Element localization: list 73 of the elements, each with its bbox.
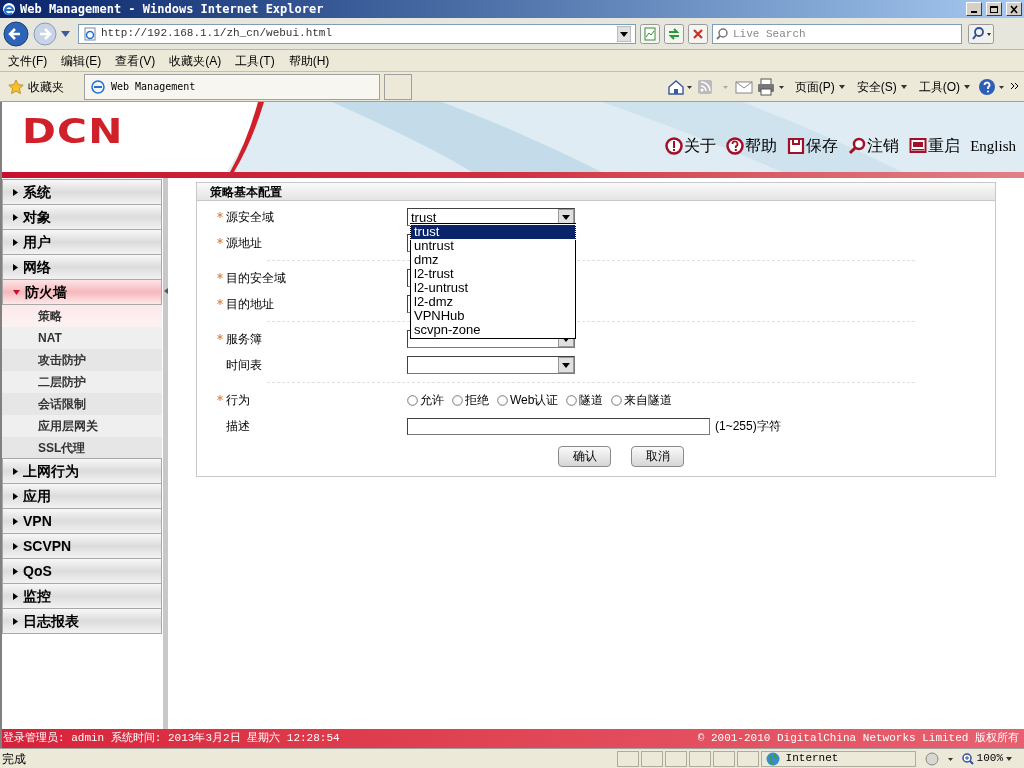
favorites-button[interactable]: 收藏夹	[4, 77, 68, 96]
sidebar-item[interactable]: 网络	[2, 254, 162, 280]
select-value: trust	[410, 210, 438, 224]
radio-option[interactable]: 隧道	[566, 391, 604, 409]
address-text: http://192.168.1.1/zh_cn/webui.html	[101, 26, 334, 42]
field-label: 源地址	[226, 235, 262, 252]
menu-item[interactable]: 查看(V)	[115, 51, 156, 70]
radio-option[interactable]: 允许	[407, 391, 444, 409]
radio-option[interactable]: Web认证	[497, 391, 559, 409]
menu-item[interactable]: 工具(T)	[235, 51, 275, 70]
window-title: Web Management - Windows Internet Explorer	[20, 1, 325, 18]
sidebar-subitem[interactable]: 应用层网关	[2, 415, 162, 437]
header-link[interactable]: 帮助	[726, 134, 778, 158]
command-menu[interactable]: 页面(P)	[790, 77, 849, 96]
dropdown-option[interactable]: untrust	[411, 239, 575, 253]
sidebar-subitem[interactable]: 策略	[2, 305, 162, 327]
login-info: 登录管理员: admin 系统时间: 2013年3月2日 星期六 12:28:54	[3, 731, 340, 747]
menu-item[interactable]: 编辑(E)	[61, 51, 102, 70]
dropdown-option[interactable]: dmz	[411, 253, 575, 267]
address-field[interactable]: http://192.168.1.1/zh_cn/webui.html	[78, 23, 636, 44]
field-label: 源安全域	[226, 209, 274, 226]
field-hint: (1~255)字符	[715, 418, 781, 435]
menu-item[interactable]: 文件(F)	[8, 51, 48, 70]
radio-option[interactable]: 来自隧道	[611, 391, 673, 409]
logo: DCN	[22, 114, 124, 148]
copyright-text: © 2001-2010 DigitalChina Networks Limited 版权所有	[697, 731, 1020, 747]
menu-item[interactable]: 帮助(H)	[288, 51, 330, 70]
browser-tab[interactable]: Web Management	[84, 73, 380, 100]
sidebar-subitem[interactable]: 会话限制	[2, 393, 162, 415]
sidebar-item[interactable]: QoS	[2, 558, 162, 584]
sidebar-subitem[interactable]: 二层防护	[2, 371, 162, 393]
header-link[interactable]: 注销	[848, 134, 900, 158]
command-menu[interactable]: 安全(S)	[852, 77, 911, 96]
menu-item[interactable]: 收藏夹(A)	[169, 51, 222, 70]
dropdown-option[interactable]: trust	[411, 225, 575, 239]
field-label: 描述	[226, 418, 250, 435]
sidebar-item[interactable]: 上网行为	[2, 458, 162, 484]
sidebar-item[interactable]: 应用	[2, 483, 162, 509]
sidebar-subitem[interactable]: SSL代理	[2, 437, 162, 459]
radio-option[interactable]: 拒绝	[452, 391, 489, 409]
field-label: 服务簿	[226, 331, 262, 348]
status-text: 完成	[1, 750, 27, 768]
sidebar-item[interactable]: 日志报表	[2, 608, 162, 634]
sidebar-item[interactable]: 监控	[2, 583, 162, 609]
search-field[interactable]: Live Search	[712, 23, 962, 44]
panel-title: 策略基本配置	[197, 183, 995, 201]
sidebar-item[interactable]: 系统	[2, 179, 162, 205]
zone-text: Internet	[785, 751, 839, 767]
sidebar-subitem[interactable]: NAT	[2, 327, 162, 349]
dropdown-option[interactable]: l2-dmz	[411, 295, 575, 309]
sidebar-subitem[interactable]: 攻击防护	[2, 349, 162, 371]
dropdown-option[interactable]: scvpn-zone	[411, 323, 575, 337]
language-link[interactable]: English	[970, 134, 1016, 158]
sidebar-item[interactable]: 防火墙	[2, 279, 162, 305]
header-link[interactable]: 重启	[909, 134, 961, 158]
command-menu[interactable]: 工具(O)	[914, 77, 974, 96]
field-label: 目的安全域	[226, 270, 286, 287]
field-label: 时间表	[226, 357, 262, 374]
dropdown-option[interactable]: VPNHub	[411, 309, 575, 323]
dropdown-option[interactable]: l2-untrust	[411, 281, 575, 295]
tab-title: Web Management	[111, 80, 196, 94]
form-button[interactable]: 确认	[558, 445, 611, 467]
sidebar-item[interactable]: SCVPN	[2, 533, 162, 559]
dropdown-option[interactable]: l2-trust	[411, 267, 575, 281]
sidebar-item[interactable]: 用户	[2, 229, 162, 255]
field-label: 目的地址	[226, 296, 274, 313]
header-link[interactable]: 关于	[665, 134, 717, 158]
header-link[interactable]: 保存	[787, 134, 839, 158]
sidebar-item[interactable]: VPN	[2, 508, 162, 534]
form-button[interactable]: 取消	[631, 445, 684, 467]
field-label: 行为	[226, 392, 250, 409]
sidebar-item[interactable]: 对象	[2, 204, 162, 230]
zoom-button[interactable]: 100%	[957, 750, 1016, 767]
